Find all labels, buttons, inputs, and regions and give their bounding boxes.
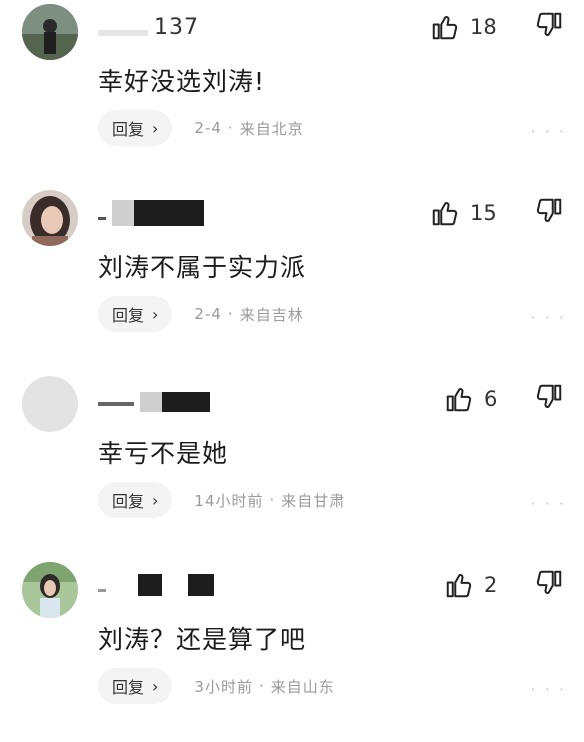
chevron-right-icon: › — [152, 490, 159, 510]
chevron-right-icon: › — [152, 676, 159, 696]
redaction-block — [98, 217, 106, 220]
comment-location: 来自吉林 — [239, 305, 304, 324]
like-count: 15 — [470, 201, 497, 225]
like-button[interactable]: 2 — [444, 568, 497, 602]
avatar[interactable] — [22, 190, 78, 246]
reply-label: 回复 — [112, 678, 145, 697]
more-options-icon[interactable]: · · · — [531, 122, 566, 141]
redaction-block — [112, 200, 134, 226]
reply-button[interactable]: 回复 › — [98, 110, 173, 146]
comment-date: 2-4 — [194, 119, 222, 137]
thumbs-down-icon[interactable] — [534, 10, 564, 40]
avatar[interactable] — [22, 376, 78, 432]
thumbs-down-icon[interactable] — [534, 196, 564, 226]
thumbs-up-icon — [446, 388, 472, 412]
reply-label: 回复 — [112, 120, 145, 139]
username[interactable]: 137 — [98, 14, 199, 40]
comment-location: 来自山东 — [270, 677, 335, 696]
more-options-icon[interactable]: · · · — [531, 308, 566, 327]
thumbs-up-icon — [432, 16, 458, 40]
thumbs-up-icon — [446, 574, 472, 598]
comment-text: 幸亏不是她 — [98, 439, 229, 468]
avatar[interactable] — [22, 4, 78, 60]
avatar[interactable] — [22, 562, 78, 618]
like-count: 2 — [484, 573, 498, 597]
chevron-right-icon: › — [152, 118, 159, 138]
comment-meta: 回复 › 14小时前 · 来自甘肃 — [98, 480, 345, 520]
username-visible-text: 137 — [154, 14, 199, 40]
reply-button[interactable]: 回复 › — [98, 482, 173, 518]
meta-separator: · — [227, 305, 234, 323]
username[interactable] — [98, 200, 204, 226]
meta-separator: · — [227, 119, 234, 137]
reply-button[interactable]: 回复 › — [98, 668, 173, 704]
thumbs-down-icon[interactable] — [534, 382, 564, 412]
like-button[interactable]: 15 — [430, 196, 497, 230]
meta-separator: · — [258, 677, 265, 695]
redaction-block — [98, 30, 148, 36]
comment-item: 15 刘涛不属于实力派 回复 › 2-4 · 来自吉林 · · · — [0, 186, 584, 370]
redaction-block — [138, 574, 162, 596]
redaction-block — [98, 589, 106, 592]
comment-date: 3小时前 — [194, 677, 253, 696]
meta-separator: · — [269, 491, 276, 509]
comment-meta: 回复 › 2-4 · 来自吉林 — [98, 294, 304, 334]
chevron-right-icon: › — [152, 304, 159, 324]
comment-text: 幸好没选刘涛! — [98, 67, 266, 96]
comment-text: 刘涛不属于实力派 — [98, 253, 307, 282]
comment-text: 刘涛？还是算了吧 — [98, 625, 307, 654]
more-options-icon[interactable]: · · · — [531, 680, 566, 699]
like-count: 18 — [470, 15, 497, 39]
reply-label: 回复 — [112, 492, 145, 511]
comment-meta: 回复 › 3小时前 · 来自山东 — [98, 666, 335, 706]
redaction-block — [140, 392, 162, 412]
username[interactable] — [98, 572, 214, 598]
like-count: 6 — [484, 387, 498, 411]
comment-meta: 回复 › 2-4 · 来自北京 — [98, 108, 304, 148]
comment-item: 137 18 幸好没选刘涛! 回复 › 2-4 · 来自北京 · · · — [0, 0, 584, 184]
comment-date: 14小时前 — [194, 491, 264, 510]
reply-button[interactable]: 回复 › — [98, 296, 173, 332]
like-button[interactable]: 6 — [444, 382, 497, 416]
comment-item: 6 幸亏不是她 回复 › 14小时前 · 来自甘肃 · · · — [0, 372, 584, 556]
redaction-block — [188, 574, 214, 596]
comment-location: 来自甘肃 — [281, 491, 346, 510]
comment-item: 2 刘涛？还是算了吧 回复 › 3小时前 · 来自山东 · · · — [0, 558, 584, 742]
comment-date: 2-4 — [194, 305, 222, 323]
like-button[interactable]: 18 — [430, 10, 497, 44]
thumbs-down-icon[interactable] — [534, 568, 564, 598]
reply-label: 回复 — [112, 306, 145, 325]
username[interactable] — [98, 386, 210, 412]
more-options-icon[interactable]: · · · — [531, 494, 566, 513]
redaction-block — [134, 200, 204, 226]
comment-location: 来自北京 — [239, 119, 304, 138]
thumbs-up-icon — [432, 202, 458, 226]
redaction-block — [98, 402, 134, 406]
redaction-block — [162, 392, 210, 412]
